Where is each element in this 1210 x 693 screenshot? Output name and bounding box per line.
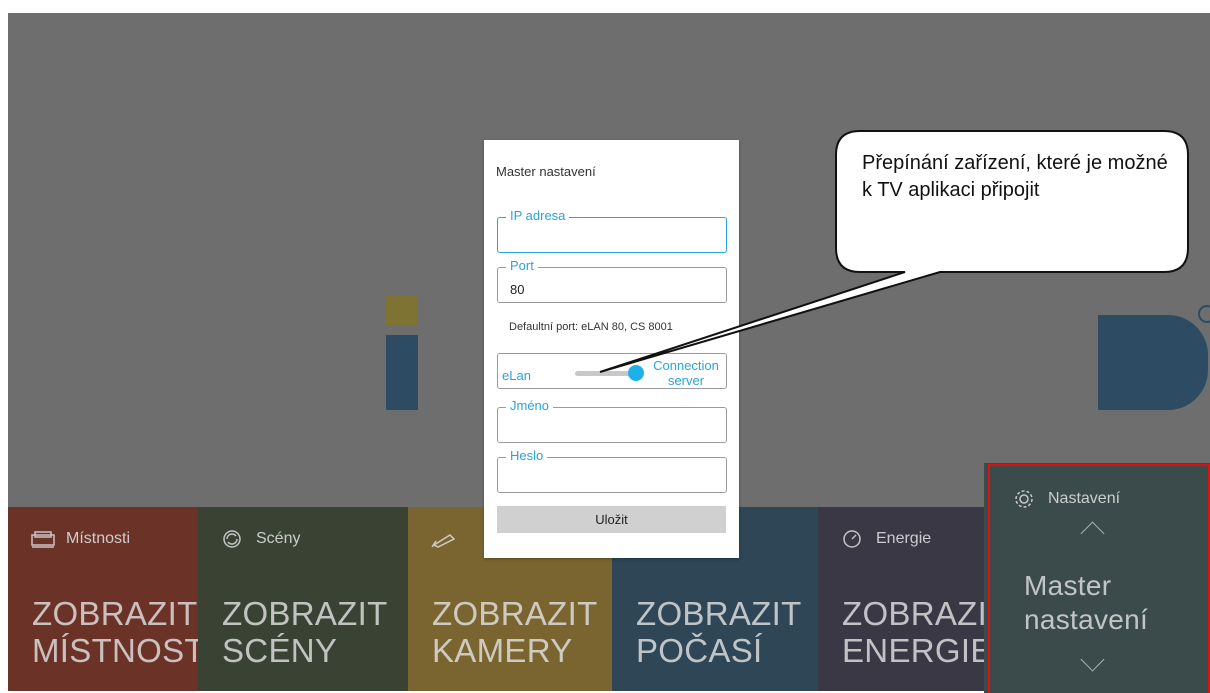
callout-bubble xyxy=(599,130,1189,373)
callout-text: Přepínání zařízení, které je možné k TV … xyxy=(862,152,1168,201)
